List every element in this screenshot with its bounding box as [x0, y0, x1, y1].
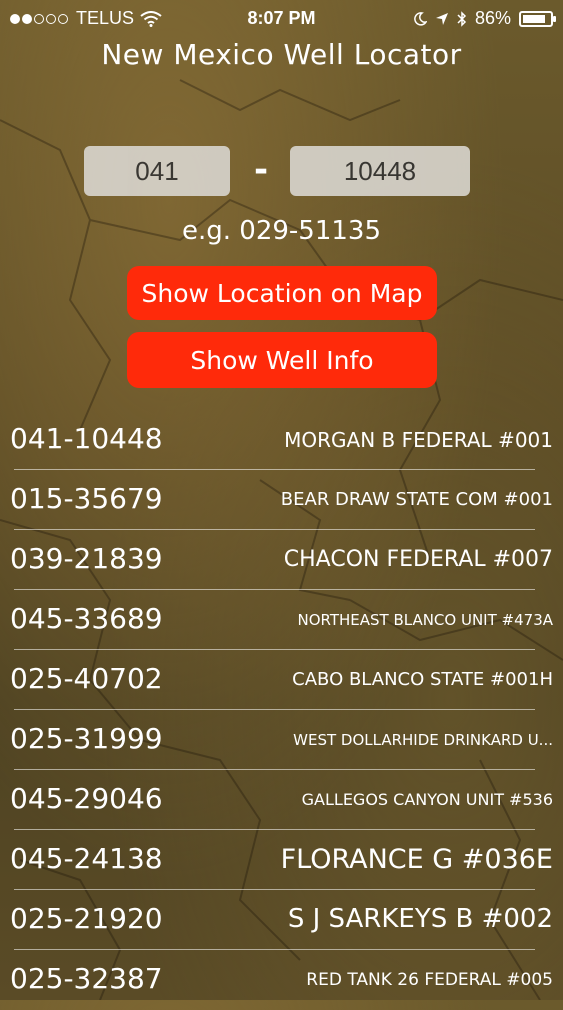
well-row[interactable]: 025-40702 CABO BLANCO STATE #001H [0, 650, 563, 710]
show-location-button[interactable]: Show Location on Map [127, 266, 437, 320]
well-name: NORTHEAST BLANCO UNIT #473A [297, 611, 553, 629]
well-api-number: 025-32387 [10, 962, 163, 995]
county-code-input[interactable]: 041 [84, 146, 230, 196]
well-row[interactable]: 045-33689 NORTHEAST BLANCO UNIT #473A [0, 590, 563, 650]
well-api-number: 025-40702 [10, 662, 163, 695]
well-name: GALLEGOS CANYON UNIT #536 [301, 790, 553, 810]
well-api-number: 015-35679 [10, 482, 163, 515]
well-api-number: 045-33689 [10, 602, 163, 635]
well-name: MORGAN B FEDERAL #001 [284, 428, 553, 452]
well-row[interactable]: 025-21920 S J SARKEYS B #002 [0, 890, 563, 950]
well-name: S J SARKEYS B #002 [287, 904, 553, 935]
well-row[interactable]: 041-10448 MORGAN B FEDERAL #001 [0, 410, 563, 470]
well-row[interactable]: 025-32387 RED TANK 26 FEDERAL #005 [0, 950, 563, 1010]
example-hint: e.g. 029-51135 [181, 216, 381, 246]
battery-icon [519, 10, 556, 27]
well-name: CABO BLANCO STATE #001H [292, 669, 553, 691]
well-api-number: 045-24138 [10, 842, 163, 875]
page-title: New Mexico Well Locator [101, 38, 462, 71]
show-well-info-button[interactable]: Show Well Info [127, 332, 437, 388]
well-name: WEST DOLLARHIDE DRINKARD U... [293, 731, 553, 749]
bluetooth-icon [457, 10, 467, 27]
well-name: CHACON FEDERAL #007 [283, 546, 553, 572]
well-api-number: 045-29046 [10, 782, 163, 815]
separator-dash: - [253, 150, 269, 190]
well-name: FLORANCE G #036E [280, 843, 553, 875]
status-bar: TELUS 8:07 PM 86% [0, 0, 563, 36]
well-row[interactable]: 039-21839 CHACON FEDERAL #007 [0, 530, 563, 590]
battery-fill [523, 14, 546, 23]
moon-icon [414, 11, 427, 26]
location-arrow-icon [435, 12, 448, 25]
well-number-input[interactable]: 10448 [290, 146, 470, 196]
well-api-number: 025-31999 [10, 722, 163, 755]
well-api-number: 025-21920 [10, 902, 163, 935]
well-row[interactable]: 015-35679 BEAR DRAW STATE COM #001 [0, 470, 563, 530]
well-row[interactable]: 045-24138 FLORANCE G #036E [0, 830, 563, 890]
well-name: RED TANK 26 FEDERAL #005 [306, 969, 553, 990]
battery-percent: 86% [474, 8, 511, 28]
well-row[interactable]: 025-31999 WEST DOLLARHIDE DRINKARD U... [0, 710, 563, 770]
well-api-number: 039-21839 [10, 542, 163, 575]
well-name: BEAR DRAW STATE COM #001 [280, 489, 553, 511]
well-api-number: 041-10448 [10, 422, 163, 455]
well-list: 041-10448 MORGAN B FEDERAL #001 015-35679 B… [0, 410, 563, 1010]
well-row[interactable]: 045-29046 GALLEGOS CANYON UNIT #536 [0, 770, 563, 830]
